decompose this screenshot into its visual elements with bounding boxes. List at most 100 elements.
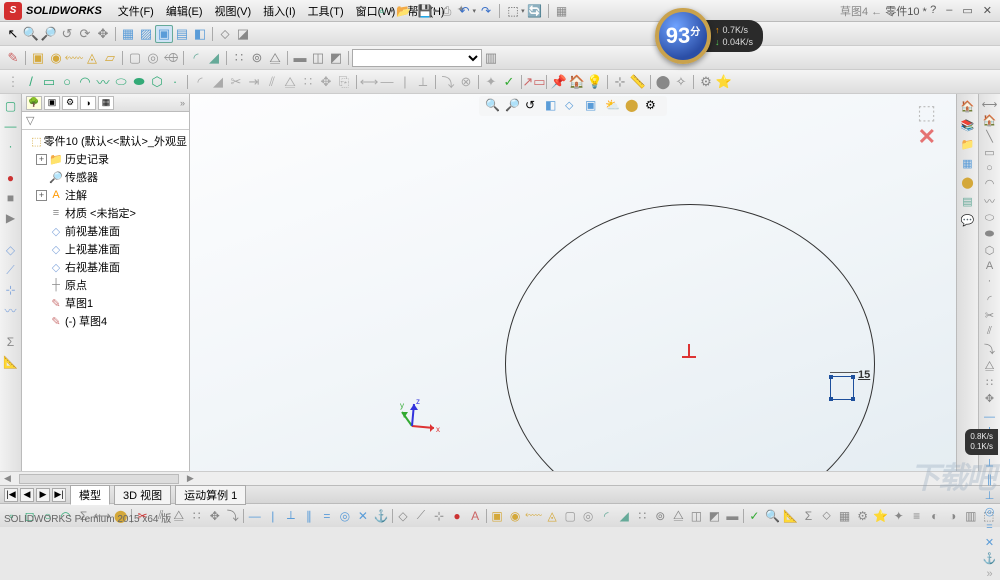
menu-insert[interactable]: 插入(I)	[257, 3, 301, 19]
tp-resources-icon[interactable]: 🏠	[960, 98, 976, 114]
tree-node[interactable]: +A注解	[22, 186, 189, 204]
tb-arc-icon[interactable]: ◠	[76, 73, 94, 91]
fm-tab-decal[interactable]: ▦	[98, 96, 114, 110]
new-icon[interactable]: ▫	[374, 3, 390, 19]
hscroll-left-icon[interactable]: ◀	[0, 473, 15, 484]
tb-convert-icon[interactable]: ⤵	[439, 73, 457, 91]
perspective-icon[interactable]: ◪	[234, 25, 252, 43]
sv-mirror-icon[interactable]: ⧋	[982, 360, 998, 373]
sv-rect-icon[interactable]: ▭	[982, 146, 998, 159]
sv-parallel-icon[interactable]: ∥	[982, 473, 998, 486]
tp-custom-props-icon[interactable]: ▤	[960, 193, 976, 209]
hud-zoomfit-icon[interactable]: 🔍	[485, 98, 501, 114]
tp-forum-icon[interactable]: 💬	[960, 212, 976, 228]
sv-coincident-icon[interactable]: ✕	[982, 536, 998, 549]
shell-icon[interactable]: ◫	[309, 49, 327, 67]
sv-poly-icon[interactable]: ⬡	[982, 244, 998, 257]
mirror-icon[interactable]: ⧋	[266, 49, 284, 67]
tab-model[interactable]: 模型	[70, 485, 110, 505]
cursor-icon[interactable]: ↖	[4, 25, 22, 43]
filter-edge-icon[interactable]: —	[3, 118, 19, 134]
sv-dim-icon[interactable]: ⟷	[982, 98, 998, 111]
bs-50[interactable]: ≡	[909, 508, 924, 524]
save-icon[interactable]: 💾	[417, 3, 433, 19]
tree-node[interactable]: ┼原点	[22, 276, 189, 294]
bs-40[interactable]: ▬	[725, 508, 740, 524]
tb-line-icon[interactable]: /	[22, 73, 40, 91]
plane-icon[interactable]: ◇	[3, 242, 19, 258]
extrude-icon[interactable]: ▣	[29, 49, 47, 67]
sv-convert-icon[interactable]: ⤵	[982, 341, 998, 357]
tb-lin-pattern-icon[interactable]: ∷	[299, 73, 317, 91]
tb-point-icon[interactable]: ·	[166, 73, 184, 91]
help-icon[interactable]: ?	[926, 4, 940, 17]
undo-icon[interactable]: ↶	[457, 3, 473, 19]
bs-32[interactable]: ◎	[581, 508, 596, 524]
bs-49[interactable]: ✦	[891, 508, 906, 524]
open-icon[interactable]: 📂	[396, 3, 412, 19]
tb-quick-snap-icon[interactable]: ✦	[482, 73, 500, 91]
hud-display-icon[interactable]: ▣	[585, 98, 601, 114]
bs-42[interactable]: 🔍	[765, 508, 780, 524]
boundary-icon[interactable]: ▱	[101, 49, 119, 67]
bs-24[interactable]: ⊹	[432, 508, 447, 524]
close-icon[interactable]: ✕	[979, 4, 996, 17]
tb-copy-icon[interactable]: ⎘	[335, 73, 353, 91]
bs-13[interactable]: ⤵	[225, 508, 240, 524]
tab-first-icon[interactable]: |◀	[4, 488, 18, 502]
sv-fillet-icon[interactable]: ◜	[982, 293, 998, 306]
zoom-area-icon[interactable]: 🔎	[40, 25, 58, 43]
measure-tool-icon[interactable]: 📐	[3, 354, 19, 370]
menu-edit[interactable]: 编辑(E)	[160, 3, 209, 19]
sv-point-icon[interactable]: ·	[982, 275, 998, 287]
bs-14[interactable]: —	[247, 508, 262, 524]
bs-27[interactable]: ▣	[490, 508, 505, 524]
tb-mirror-icon[interactable]: ⧋	[281, 73, 299, 91]
sv-circle-icon[interactable]: ○	[982, 162, 998, 174]
tp-view-palette-icon[interactable]: ▦	[960, 155, 976, 171]
tp-design-lib-icon[interactable]: 📚	[960, 117, 976, 133]
confirm-cancel-icon[interactable]: ✕	[918, 124, 936, 150]
tb-offset-icon[interactable]: ⫽	[263, 73, 281, 91]
prev-view-icon[interactable]: ↺	[58, 25, 76, 43]
tb-light-icon[interactable]: 💡	[586, 73, 604, 91]
tb-ellipse-icon[interactable]: ⬭	[112, 73, 130, 91]
bs-21[interactable]: ⚓	[373, 508, 388, 524]
bs-46[interactable]: ▦	[837, 508, 852, 524]
tb-coord-icon[interactable]: ⊹	[611, 73, 629, 91]
tb-rect-icon[interactable]: ▭	[40, 73, 58, 91]
tab-next-icon[interactable]: ▶	[36, 488, 50, 502]
bs-12[interactable]: ✥	[207, 508, 222, 524]
tb-slot-icon[interactable]: ⬬	[130, 73, 148, 91]
tb-exploded-icon[interactable]: ✧	[672, 73, 690, 91]
tree-node[interactable]: ✎草图1	[22, 294, 189, 312]
tb-relation-icon[interactable]: ⟂	[414, 73, 432, 91]
hud-setting-icon[interactable]: ⚙	[645, 98, 661, 114]
bs-19[interactable]: ◎	[337, 508, 352, 524]
fm-tab-display[interactable]: ◑	[80, 96, 96, 110]
tree-node[interactable]: ✎(-) 草图4	[22, 312, 189, 330]
filter-vertex-icon[interactable]: ·	[3, 138, 19, 154]
pan-icon[interactable]: ✥	[94, 25, 112, 43]
sv-trim-icon[interactable]: ✂	[982, 309, 998, 322]
sketch-ellipse[interactable]	[505, 204, 875, 471]
minimize-icon[interactable]: –	[942, 4, 956, 17]
tb-move-icon[interactable]: ✥	[317, 73, 335, 91]
bs-52[interactable]: ◑	[945, 508, 960, 524]
bs-26[interactable]: A	[468, 508, 483, 524]
tb-horiz-icon[interactable]: —	[378, 73, 396, 91]
tb-poly-icon[interactable]: ⬡	[148, 73, 166, 91]
curve-icon[interactable]: 〰	[3, 302, 19, 318]
rebuild-icon[interactable]: 🔄	[527, 3, 543, 19]
bs-31[interactable]: ▢	[563, 508, 578, 524]
rotate-icon[interactable]: ⟳	[76, 25, 94, 43]
fm-tab-config[interactable]: ⚙	[62, 96, 78, 110]
cut-extrude-icon[interactable]: ▢	[126, 49, 144, 67]
hscroll-right-icon[interactable]: ▶	[183, 473, 198, 484]
restore-icon[interactable]: ▭	[958, 4, 976, 17]
hud-prev-icon[interactable]: ↺	[525, 98, 541, 114]
bs-47[interactable]: ⚙	[855, 508, 870, 524]
sv-ellipse-icon[interactable]: ⬭	[982, 212, 998, 225]
bs-25[interactable]: ●	[450, 508, 465, 524]
sv-text-icon[interactable]: A	[982, 260, 998, 272]
